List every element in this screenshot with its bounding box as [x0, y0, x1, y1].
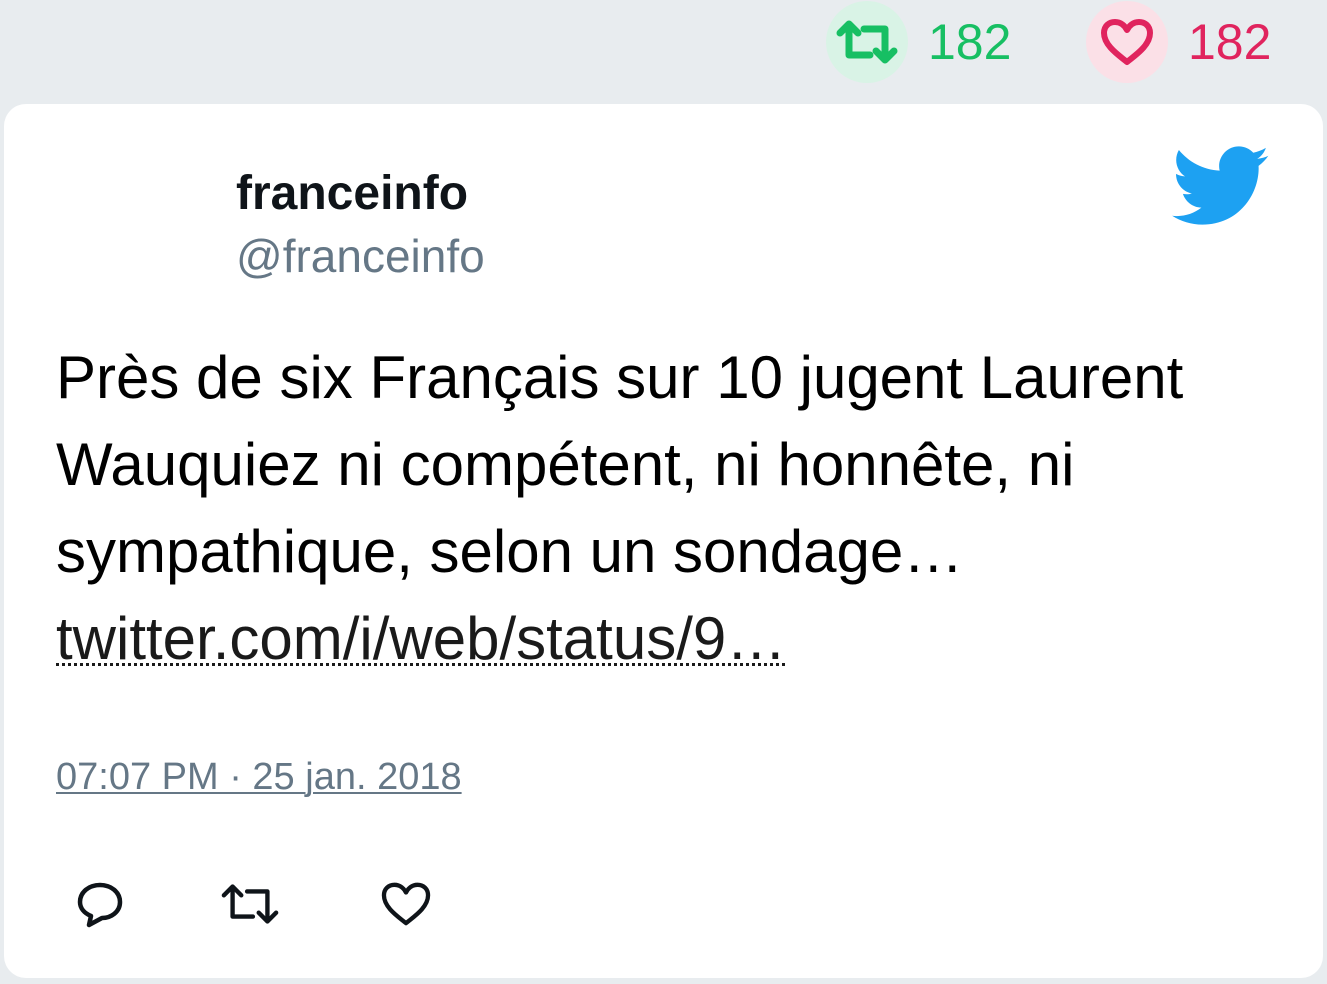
- retweet-icon: [836, 20, 898, 64]
- retweet-button[interactable]: [220, 874, 280, 934]
- tweet-text: Près de six Français sur 10 jugent Laure…: [56, 344, 1184, 585]
- engagement-stats: 182 182: [0, 0, 1327, 100]
- heart-icon: [381, 882, 431, 926]
- retweet-stat[interactable]: 182: [826, 1, 1012, 83]
- reply-button[interactable]: [70, 874, 130, 934]
- heart-icon: [1101, 19, 1153, 65]
- tweet-link[interactable]: twitter.com/i/web/status/9…: [56, 605, 786, 672]
- tweet-body: Près de six Français sur 10 jugent Laure…: [56, 334, 1256, 682]
- retweet-count: 182: [928, 14, 1012, 70]
- like-count: 182: [1188, 14, 1272, 70]
- tweet-actions: [4, 874, 604, 934]
- tweet-card: franceinfo @franceinfo Près de six Franç…: [4, 104, 1323, 978]
- like-button[interactable]: [376, 874, 436, 934]
- author-handle[interactable]: @franceinfo: [236, 229, 485, 283]
- author-display-name[interactable]: franceinfo: [236, 166, 468, 221]
- twitter-bird-icon[interactable]: [1172, 146, 1270, 228]
- reply-icon: [77, 882, 123, 928]
- tweet-timestamp[interactable]: 07:07 PM · 25 jan. 2018: [56, 756, 462, 799]
- retweet-icon: [221, 884, 279, 924]
- retweet-stat-icon-bg: [826, 1, 908, 83]
- like-stat-icon-bg: [1086, 1, 1168, 83]
- like-stat[interactable]: 182: [1086, 1, 1272, 83]
